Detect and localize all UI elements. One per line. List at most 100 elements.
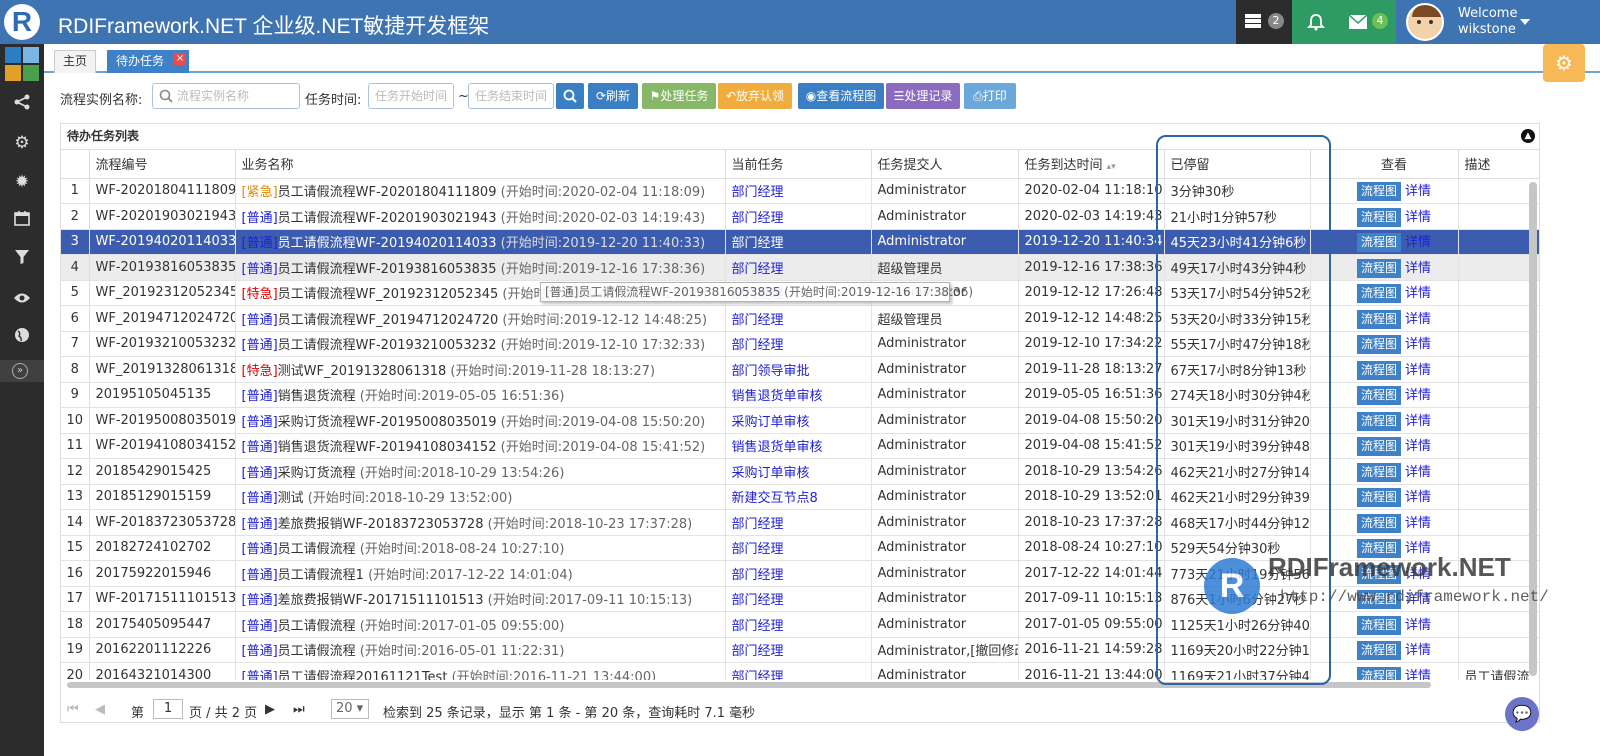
flowchart-button[interactable]: 流程图 bbox=[1356, 666, 1401, 680]
current-task[interactable]: 部门经理 bbox=[725, 203, 872, 230]
current-task-link[interactable]: 部门经理 bbox=[732, 644, 784, 659]
current-task[interactable]: 采购订单审核 bbox=[725, 407, 872, 434]
detail-link[interactable]: 详情 bbox=[1405, 388, 1431, 403]
globe-icon[interactable] bbox=[0, 319, 44, 357]
current-task-link[interactable]: 部门经理 bbox=[732, 619, 784, 634]
next-page-icon[interactable]: ▶ bbox=[265, 702, 275, 717]
col-business-name[interactable]: 业务名称 bbox=[235, 150, 726, 179]
chat-icon[interactable]: 💬 bbox=[1505, 697, 1539, 731]
flowchart-button[interactable]: 流程图 bbox=[1356, 641, 1401, 661]
current-task[interactable]: 部门经理 bbox=[725, 331, 872, 357]
current-task-link[interactable]: 部门经理 bbox=[732, 517, 784, 532]
flowchart-button[interactable]: 流程图 bbox=[1356, 309, 1401, 329]
detail-link[interactable]: 详情 bbox=[1405, 337, 1431, 352]
cogs-icon[interactable]: ⚙ bbox=[0, 124, 44, 162]
col-view[interactable]: 查看 bbox=[1330, 150, 1459, 179]
detail-link[interactable]: 详情 bbox=[1405, 261, 1431, 276]
current-task-link[interactable]: 部门经理 bbox=[732, 185, 784, 200]
detail-link[interactable]: 详情 bbox=[1405, 312, 1431, 327]
flowchart-button[interactable]: 流程图 bbox=[1356, 284, 1401, 304]
current-task[interactable]: 部门领导审批 bbox=[725, 356, 872, 383]
current-task-link[interactable]: 部门经理 bbox=[732, 313, 784, 328]
print-button[interactable]: ⎙打印 bbox=[964, 83, 1016, 109]
detail-link[interactable]: 详情 bbox=[1405, 235, 1431, 250]
col-desc[interactable]: 描述 bbox=[1458, 150, 1539, 179]
end-time-input[interactable]: 任务结束时间 bbox=[468, 83, 554, 109]
handle-task-button[interactable]: ⚑处理任务 bbox=[642, 83, 716, 109]
flowchart-button[interactable]: 流程图 bbox=[1356, 615, 1401, 635]
share-icon[interactable] bbox=[0, 86, 44, 124]
start-time-input[interactable]: 任务开始时间 bbox=[368, 83, 454, 109]
current-task[interactable]: 部门经理 bbox=[725, 305, 872, 332]
tab-todo[interactable]: 待办任务 × bbox=[107, 50, 190, 73]
instance-name-input[interactable]: 流程实例名称 bbox=[152, 83, 300, 109]
current-task-link[interactable]: 销售退货单审核 bbox=[732, 389, 823, 404]
flowchart-button[interactable]: 流程图 bbox=[1356, 488, 1401, 508]
refresh-button[interactable]: ⟳刷新 bbox=[588, 83, 638, 109]
current-task-link[interactable]: 部门领导审批 bbox=[732, 364, 810, 379]
tab-home[interactable]: 主页 bbox=[54, 50, 97, 73]
settings-gear-icon[interactable]: ⚙ bbox=[1543, 44, 1585, 82]
detail-link[interactable]: 详情 bbox=[1405, 490, 1431, 505]
current-task-link[interactable]: 新建交互节点8 bbox=[732, 491, 818, 506]
current-task-link[interactable]: 采购订单审核 bbox=[732, 466, 810, 481]
current-task-link[interactable]: 部门经理 bbox=[732, 593, 784, 608]
flowchart-button[interactable]: 流程图 bbox=[1356, 335, 1401, 355]
flowchart-button[interactable]: 流程图 bbox=[1356, 360, 1401, 380]
page-size-select[interactable]: 20 ▾ bbox=[331, 699, 369, 719]
current-task[interactable]: 部门经理 bbox=[725, 229, 872, 255]
detail-link[interactable]: 详情 bbox=[1405, 184, 1431, 199]
current-task-link[interactable]: 部门经理 bbox=[732, 542, 784, 557]
current-task-link[interactable]: 销售退货单审核 bbox=[732, 440, 823, 455]
tasks-button[interactable]: 2 bbox=[1236, 0, 1292, 44]
notifications-button[interactable] bbox=[1292, 0, 1340, 44]
detail-link[interactable]: 详情 bbox=[1405, 363, 1431, 378]
current-task[interactable]: 部门经理 bbox=[725, 662, 872, 680]
current-task[interactable]: 部门经理 bbox=[725, 178, 872, 204]
detail-link[interactable]: 详情 bbox=[1405, 286, 1431, 301]
view-flowchart-button[interactable]: ◉查看流程图 bbox=[798, 83, 884, 109]
history-button[interactable]: ☰处理记录 bbox=[886, 83, 960, 109]
detail-link[interactable]: 详情 bbox=[1405, 669, 1431, 680]
current-task[interactable]: 部门经理 bbox=[725, 611, 872, 638]
filter-icon[interactable] bbox=[0, 241, 44, 279]
search-button[interactable] bbox=[556, 83, 584, 109]
detail-link[interactable]: 详情 bbox=[1405, 414, 1431, 429]
flowchart-button[interactable]: 流程图 bbox=[1356, 437, 1401, 457]
close-icon[interactable]: × bbox=[174, 53, 187, 65]
current-task[interactable]: 部门经理 bbox=[725, 586, 872, 612]
detail-link[interactable]: 详情 bbox=[1405, 465, 1431, 480]
gear-icon[interactable]: ✹ bbox=[0, 163, 44, 201]
current-task-link[interactable]: 部门经理 bbox=[732, 338, 784, 353]
current-task-link[interactable]: 部门经理 bbox=[732, 211, 784, 226]
flowchart-button[interactable]: 流程图 bbox=[1356, 386, 1401, 406]
flowchart-button[interactable]: 流程图 bbox=[1356, 233, 1401, 253]
detail-link[interactable]: 详情 bbox=[1405, 210, 1431, 225]
flowchart-button[interactable]: 流程图 bbox=[1356, 462, 1401, 482]
current-task[interactable]: 销售退货单审核 bbox=[725, 433, 872, 459]
col-current-task[interactable]: 当前任务 bbox=[725, 150, 872, 179]
current-task[interactable]: 部门经理 bbox=[725, 560, 872, 587]
eye-icon[interactable] bbox=[0, 280, 44, 318]
detail-link[interactable]: 详情 bbox=[1405, 643, 1431, 658]
current-task[interactable]: 部门经理 bbox=[725, 637, 872, 663]
current-task[interactable]: 新建交互节点8 bbox=[725, 484, 872, 510]
flowchart-button[interactable]: 流程图 bbox=[1356, 258, 1401, 278]
flowchart-button[interactable]: 流程图 bbox=[1356, 513, 1401, 533]
current-task-link[interactable]: 部门经理 bbox=[732, 236, 784, 251]
expand-sidebar-icon[interactable]: » bbox=[0, 360, 44, 382]
current-task-link[interactable]: 部门经理 bbox=[732, 670, 784, 680]
current-task-link[interactable]: 采购订单审核 bbox=[732, 415, 810, 430]
flowchart-button[interactable]: 流程图 bbox=[1356, 182, 1401, 202]
calendar-icon[interactable] bbox=[0, 202, 44, 240]
collapse-icon[interactable]: ▲ bbox=[1521, 129, 1535, 143]
tiles-icon[interactable] bbox=[5, 47, 39, 81]
last-page-icon[interactable]: ⏭ bbox=[293, 702, 305, 717]
abandon-claim-button[interactable]: ↶放弃认领 bbox=[718, 83, 792, 109]
current-task[interactable]: 部门经理 bbox=[725, 254, 872, 281]
user-menu[interactable]: Welcome wikstone bbox=[1396, 0, 1540, 44]
page-input[interactable]: 1 bbox=[153, 699, 183, 719]
col-arrival-time[interactable]: 任务到达时间 ▴▾ bbox=[1018, 150, 1165, 179]
prev-page-icon[interactable]: ◀ bbox=[95, 702, 105, 717]
current-task-link[interactable]: 部门经理 bbox=[732, 568, 784, 583]
